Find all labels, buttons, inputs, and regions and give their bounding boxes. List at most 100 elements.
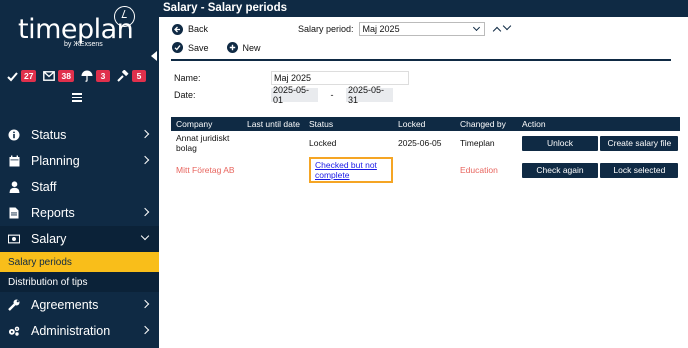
save-label: Save	[188, 42, 209, 53]
badge-count: 27	[21, 70, 37, 82]
toolbar-divider	[171, 59, 671, 61]
chevron-right-icon	[140, 325, 150, 335]
sidebar-subitem-distribution-of-tips[interactable]: Distribution of tips	[0, 272, 159, 292]
plus-circle-icon	[226, 42, 238, 53]
back-button[interactable]: Back	[188, 24, 208, 34]
badge-approvals[interactable]: 27	[6, 70, 37, 82]
sidebar-item-administration[interactable]: Administration	[0, 318, 159, 344]
period-toolbar: Back Salary period: Maj 2025	[172, 21, 511, 36]
badge-count: 38	[58, 70, 74, 82]
chevron-down-icon	[140, 231, 150, 241]
column-header-action: Action	[517, 117, 680, 131]
period-form: Name: Maj 2025 Date: 2025-05-01 - 2025-0…	[174, 70, 409, 105]
column-header-status: Status	[304, 117, 393, 131]
name-label: Name:	[174, 73, 201, 83]
period-navigation	[492, 21, 511, 35]
chevron-down-icon	[472, 23, 480, 32]
new-button[interactable]: New	[226, 42, 261, 53]
collapse-sidebar-icon[interactable]	[151, 51, 157, 61]
status-link[interactable]: Checked but not complete	[309, 157, 393, 183]
sidebar-item-label: Administration	[31, 324, 111, 338]
table-row: Annat juridiskt bolag Locked 2025-06-05 …	[171, 131, 680, 155]
lock-selected-button[interactable]: Lock selected	[600, 162, 679, 178]
person-icon	[8, 181, 20, 193]
last-until-cell	[242, 131, 304, 155]
previous-period-icon[interactable]	[492, 26, 501, 35]
sidebar-item-label: Salary	[31, 232, 67, 246]
save-button[interactable]: Save	[172, 42, 209, 53]
notification-badges: 27 38 3 5	[6, 70, 153, 82]
sidebar-item-label: Planning	[31, 154, 80, 168]
company-salary-table: Company Last until date Status Locked Ch…	[171, 117, 680, 185]
status-cell: Checked but not complete	[304, 155, 393, 185]
status-cell: Locked	[309, 138, 337, 148]
unlock-button[interactable]: Unlock	[522, 135, 598, 151]
check-again-button[interactable]: Check again	[522, 162, 598, 178]
salary-period-select[interactable]: Maj 2025	[358, 22, 485, 36]
table-row: Mitt Företag AB Checked but not complete…	[171, 155, 680, 185]
chevron-right-icon	[140, 155, 150, 165]
badge-tasks[interactable]: 5	[117, 70, 146, 82]
create-salary-file-button[interactable]: Create salary file	[600, 135, 679, 151]
salary-submenu: Salary periods Distribution of tips	[0, 252, 159, 292]
date-from-input[interactable]: 2025-05-01	[271, 85, 318, 105]
sidebar-item-label: Staff	[31, 180, 57, 194]
gears-icon	[8, 325, 20, 337]
changed-by-cell: Timeplan	[460, 138, 495, 148]
badge-count: 5	[131, 70, 146, 82]
sidebar-item-salary[interactable]: Salary	[0, 226, 159, 252]
salary-period-label: Salary period:	[298, 24, 354, 34]
sidebar-item-staff[interactable]: Staff	[0, 174, 159, 200]
wrench-icon	[8, 299, 20, 311]
sidebar-item-label: Agreements	[31, 298, 99, 312]
sidebar-item-status[interactable]: Status	[0, 122, 159, 148]
changed-by-cell: Education	[460, 165, 498, 175]
table-header-row: Company Last until date Status Locked Ch…	[171, 117, 680, 131]
locked-cell	[393, 155, 455, 185]
new-label: New	[242, 42, 261, 53]
company-cell: Annat juridiskt bolag	[176, 133, 230, 153]
check-icon	[6, 70, 18, 82]
mail-icon	[43, 70, 56, 82]
column-header-company: Company	[171, 117, 242, 131]
page-title: Salary - Salary periods	[159, 0, 688, 17]
sidebar-subitem-salary-periods[interactable]: Salary periods	[0, 252, 159, 272]
last-until-cell	[242, 155, 304, 185]
badge-absence[interactable]: 3	[81, 70, 110, 82]
column-header-changed-by: Changed by	[455, 117, 517, 131]
date-label: Date:	[174, 90, 196, 100]
check-circle-icon	[172, 42, 183, 53]
date-to-input[interactable]: 2025-05-31	[346, 85, 393, 105]
clock-icon	[114, 6, 135, 27]
sidebar-item-label: Reports	[31, 206, 75, 220]
list-icon[interactable]	[72, 93, 82, 102]
chevron-right-icon	[140, 299, 150, 309]
column-header-locked: Locked	[393, 117, 455, 131]
badge-messages[interactable]: 38	[43, 70, 74, 82]
date-separator: -	[330, 90, 334, 100]
sidebar-item-reports[interactable]: Reports	[0, 200, 159, 226]
locked-cell: 2025-06-05	[398, 138, 442, 148]
sidebar-item-label: Status	[31, 128, 67, 142]
sidebar-nav: Status Planning Staff Reports Salary Sal…	[0, 122, 159, 344]
action-toolbar: Save New	[172, 42, 279, 53]
hammer-icon	[117, 70, 129, 82]
next-period-icon[interactable]	[502, 21, 511, 30]
chevron-right-icon	[140, 129, 150, 139]
calendar-icon	[8, 155, 20, 167]
salary-period-value: Maj 2025	[362, 24, 400, 34]
chevron-right-icon	[140, 207, 150, 217]
column-header-last-until-date: Last until date	[242, 117, 304, 131]
money-icon	[8, 233, 20, 245]
back-arrow-icon[interactable]	[172, 23, 183, 35]
sidebar-item-planning[interactable]: Planning	[0, 148, 159, 174]
sidebar-item-agreements[interactable]: Agreements	[0, 292, 159, 318]
logo-byline: by ЖExsens	[64, 41, 103, 48]
action-cell: Unlock Create salary file	[517, 131, 680, 155]
name-input[interactable]: Maj 2025	[271, 71, 409, 85]
timeplan-logo[interactable]: timeplan by ЖExsens	[18, 6, 138, 48]
badge-count: 3	[95, 70, 110, 82]
action-cell: Check again Lock selected	[517, 155, 680, 185]
sidebar: timeplan by ЖExsens 27 38 3 5 Status Pla…	[0, 0, 159, 348]
company-cell: Mitt Företag AB	[176, 165, 235, 175]
